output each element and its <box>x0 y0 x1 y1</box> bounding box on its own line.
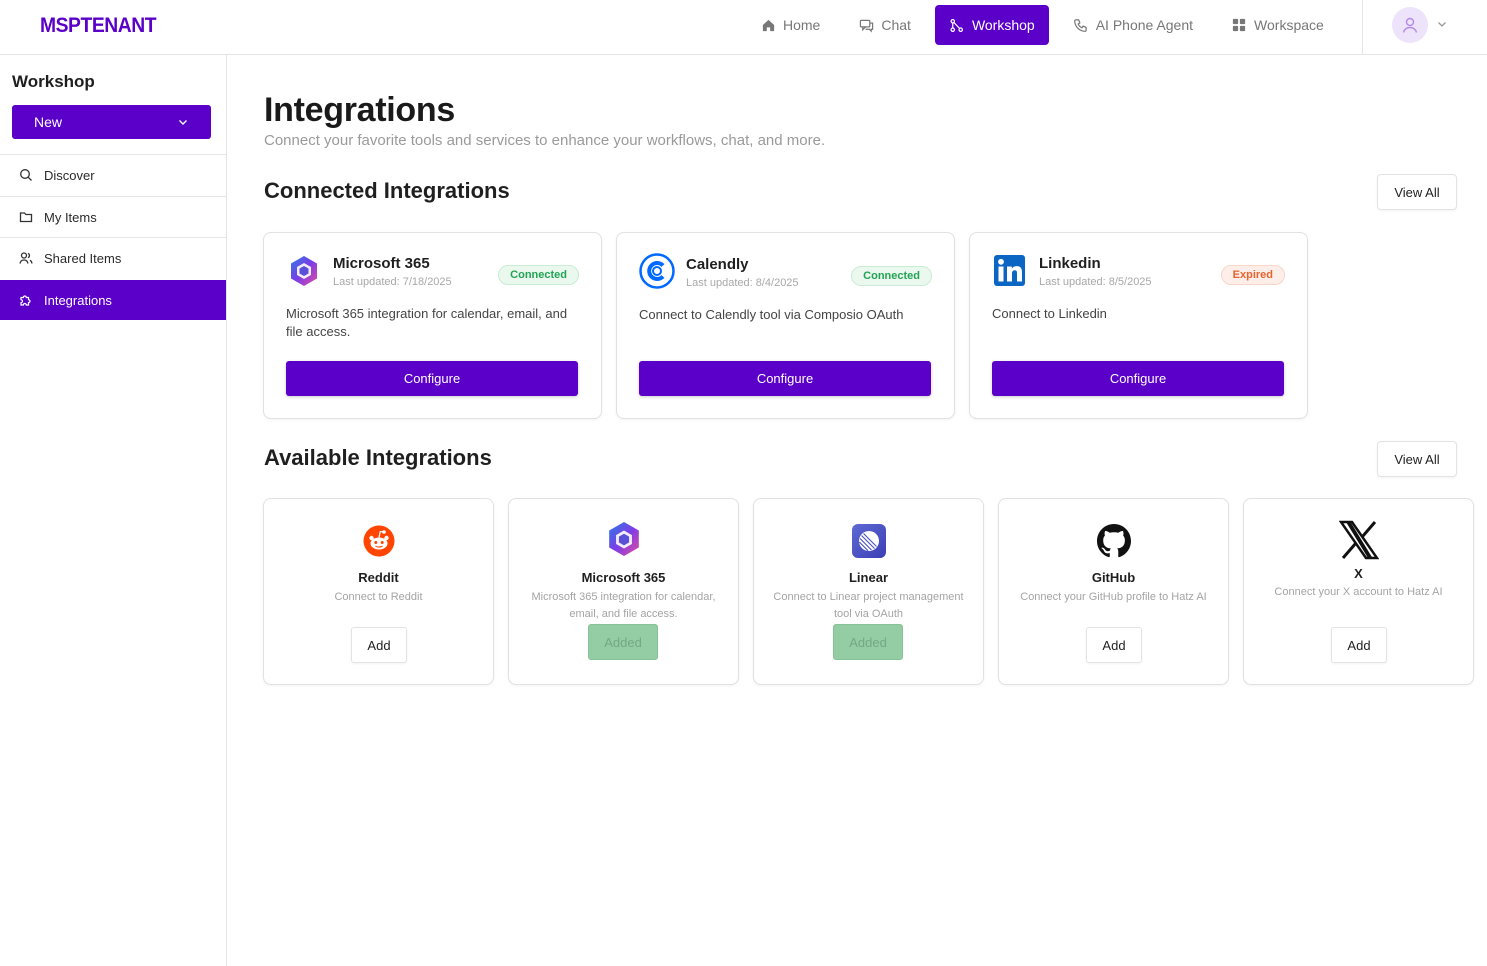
integration-name: Linear <box>848 570 888 585</box>
sidebar-item-label: Discover <box>44 167 95 183</box>
added-button[interactable]: Added <box>588 624 658 660</box>
available-card-x: X Connect your X account to Hatz AI Add <box>1243 498 1474 685</box>
add-button[interactable]: Add <box>1086 627 1142 663</box>
microsoft-365-logo-icon <box>286 253 322 289</box>
sidebar-item-shared-items[interactable]: Shared Items <box>0 238 226 278</box>
integration-description: Connect to Linear project management too… <box>773 591 964 620</box>
available-card-github: GitHub Connect your GitHub profile to Ha… <box>998 498 1229 685</box>
integration-name: GitHub <box>1091 570 1136 585</box>
available-card-reddit: Reddit Connect to Reddit Add <box>263 498 494 685</box>
page-subtitle: Connect your favorite tools and services… <box>264 132 826 149</box>
sidebar-item-label: Shared Items <box>44 250 122 266</box>
sidebar-title: Workshop <box>12 72 95 91</box>
main-nav: Home Chat Workshop AI Phone Agent Worksp… <box>746 5 1348 45</box>
last-updated: Last updated: 8/5/2025 <box>1039 276 1152 288</box>
integration-name: Microsoft 365 <box>333 255 430 272</box>
github-logo-icon <box>1096 523 1132 559</box>
connected-integrations-title: Connected Integrations <box>264 178 510 203</box>
reddit-logo-icon <box>361 523 397 559</box>
users-icon <box>19 251 33 265</box>
status-badge: Connected <box>851 266 932 286</box>
sidebar-item-my-items[interactable]: My Items <box>0 197 226 237</box>
last-updated: Last updated: 7/18/2025 <box>333 276 452 288</box>
nav-chat[interactable]: Chat <box>844 5 925 45</box>
nav-workspace[interactable]: Workspace <box>1217 5 1338 45</box>
chat-icon <box>858 17 874 33</box>
integration-description: Connect to Linkedin <box>992 306 1107 321</box>
microsoft-365-logo-icon <box>606 521 642 557</box>
nav-ai-phone-agent-label: AI Phone Agent <box>1095 17 1194 33</box>
integration-description: Connect to Reddit <box>334 591 423 603</box>
available-card-microsoft-365: Microsoft 365 Microsoft 365 integration … <box>508 498 739 685</box>
available-integrations-title: Available Integrations <box>264 445 492 470</box>
main-content: Integrations Connect your favorite tools… <box>227 55 1487 966</box>
available-card-linear: Linear Connect to Linear project managem… <box>753 498 984 685</box>
integration-description: Connect your X account to Hatz AI <box>1274 586 1443 598</box>
last-updated: Last updated: 8/4/2025 <box>686 277 799 289</box>
app-logo[interactable]: MSPTENANT <box>40 14 157 38</box>
integration-description: Connect to Calendly tool via Composio OA… <box>639 307 904 322</box>
page-title: Integrations <box>264 91 455 129</box>
linear-logo-icon <box>851 523 887 559</box>
integration-name: Calendly <box>686 256 749 273</box>
configure-button[interactable]: Configure <box>992 361 1284 396</box>
connected-card-microsoft-365: Microsoft 365 Last updated: 7/18/2025 Co… <box>263 232 602 419</box>
status-badge: Expired <box>1220 265 1285 285</box>
integration-name: Reddit <box>358 570 399 585</box>
nav-ai-phone-agent[interactable]: AI Phone Agent <box>1059 5 1207 45</box>
nav-chat-label: Chat <box>881 17 911 33</box>
integration-name: Linkedin <box>1039 255 1101 272</box>
integration-name: X <box>1354 566 1363 581</box>
integration-name: Microsoft 365 <box>581 570 666 585</box>
configure-button[interactable]: Configure <box>639 361 931 396</box>
added-button[interactable]: Added <box>833 624 903 660</box>
sidebar-item-discover[interactable]: Discover <box>0 155 226 195</box>
phone-icon <box>1073 17 1089 33</box>
calendly-logo-icon <box>639 253 675 289</box>
configure-button[interactable]: Configure <box>286 361 578 396</box>
nav-home[interactable]: Home <box>746 5 834 45</box>
top-bar: MSPTENANT Home Chat Workshop AI Phone Ag… <box>0 0 1487 55</box>
linkedin-logo-icon <box>992 253 1028 289</box>
add-button[interactable]: Add <box>351 627 407 663</box>
connected-card-linkedin: Linkedin Last updated: 8/5/2025 Expired … <box>969 232 1308 419</box>
nav-divider <box>1362 0 1363 54</box>
sidebar: Workshop New Discover My Items Shared It… <box>0 55 227 966</box>
sidebar-item-integrations[interactable]: Integrations <box>0 280 226 320</box>
integration-description: Microsoft 365 integration for calendar, … <box>531 591 716 620</box>
integration-description: Connect your GitHub profile to Hatz AI <box>1020 591 1207 603</box>
user-avatar[interactable] <box>1392 7 1428 43</box>
available-view-all-button[interactable]: View All <box>1377 441 1457 477</box>
sidebar-item-label: My Items <box>44 209 97 225</box>
x-logo-icon <box>1338 519 1380 561</box>
status-badge: Connected <box>498 265 579 285</box>
nav-workspace-label: Workspace <box>1254 17 1324 33</box>
folder-icon <box>19 210 33 224</box>
home-icon <box>760 17 776 33</box>
chevron-down-icon <box>179 120 187 125</box>
nav-home-label: Home <box>783 17 821 33</box>
workflow-icon <box>949 17 965 33</box>
connected-card-calendly: Calendly Last updated: 8/4/2025 Connecte… <box>616 232 955 419</box>
search-icon <box>19 168 33 182</box>
sidebar-item-label: Integrations <box>44 292 112 308</box>
chevron-down-icon[interactable] <box>1436 18 1448 30</box>
new-button-label: New <box>34 114 63 130</box>
nav-workshop[interactable]: Workshop <box>934 5 1049 45</box>
new-dropdown-button[interactable]: New <box>12 105 211 139</box>
grid-icon <box>1231 17 1247 33</box>
connected-view-all-button[interactable]: View All <box>1377 174 1457 210</box>
integration-description: Microsoft 365 integration for calendar, … <box>286 306 568 339</box>
nav-workshop-label: Workshop <box>971 17 1035 33</box>
puzzle-icon <box>19 293 33 307</box>
add-button[interactable]: Add <box>1331 627 1387 663</box>
